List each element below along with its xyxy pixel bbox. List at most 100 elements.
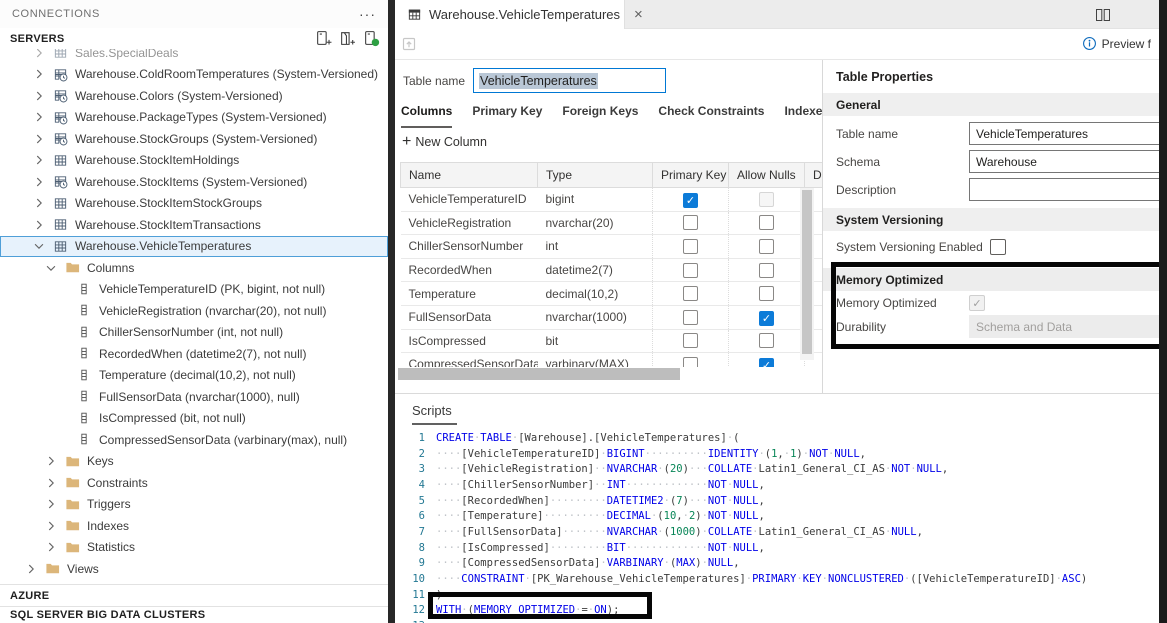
publish-changes-icon[interactable] <box>401 36 417 52</box>
allow-nulls-checkbox[interactable] <box>759 192 774 207</box>
description-input[interactable] <box>969 178 1167 201</box>
primary-key-checkbox[interactable] <box>683 333 698 348</box>
chevron-down-icon[interactable] <box>44 261 58 275</box>
tree-item-warehouse-colors-system-versioned[interactable]: Warehouse.Colors (System-Versioned) <box>0 85 388 107</box>
chevron-right-icon[interactable] <box>32 175 46 189</box>
tree-item-warehouse-vehicletemperatures[interactable]: Warehouse.VehicleTemperatures <box>0 236 388 258</box>
tree-item-warehouse-packagetypes-system-versioned[interactable]: Warehouse.PackageTypes (System-Versioned… <box>0 107 388 129</box>
allow-nulls-checkbox[interactable] <box>759 311 774 326</box>
chevron-right-icon[interactable] <box>44 540 58 554</box>
designer-tab-check-constraints[interactable]: Check Constraints <box>658 104 764 128</box>
chevron-right-icon[interactable] <box>32 196 46 210</box>
big-data-clusters-section-header[interactable]: SQL SERVER BIG DATA CLUSTERS <box>0 606 388 623</box>
column-name-cell[interactable]: CompressedSensorData <box>401 353 538 367</box>
designer-tab-columns[interactable]: Columns <box>401 104 452 128</box>
more-actions-icon[interactable]: ··· <box>359 6 376 22</box>
chevron-right-icon[interactable] <box>44 497 58 511</box>
tree-item-iscompressed-bit-not-null[interactable]: IsCompressed (bit, not null) <box>0 408 388 430</box>
sidebar-editor-divider[interactable] <box>388 0 395 623</box>
primary-key-checkbox[interactable] <box>683 215 698 230</box>
tab-warehouse-vehicletemperatures[interactable]: Warehouse.VehicleTemperatures × <box>395 0 625 29</box>
tree-item-recordedwhen-datetime2-7-not-null[interactable]: RecordedWhen (datetime2(7), not null) <box>0 343 388 365</box>
allow-nulls-checkbox[interactable] <box>759 286 774 301</box>
azure-section-header[interactable]: AZURE <box>0 584 388 606</box>
designer-tab-primary-key[interactable]: Primary Key <box>472 104 542 128</box>
tree-item-columns[interactable]: Columns <box>0 257 388 279</box>
scripts-tab[interactable]: Scripts <box>412 403 452 418</box>
column-name-cell[interactable]: VehicleTemperatureID <box>401 188 538 212</box>
column-name-cell[interactable]: Temperature <box>401 282 538 306</box>
chevron-right-icon[interactable] <box>32 89 46 103</box>
new-server-group-icon[interactable] <box>339 30 356 47</box>
column-type-cell[interactable]: nvarchar(20) <box>538 211 653 235</box>
tree-item-warehouse-coldroomtemperatures-system-versioned[interactable]: Warehouse.ColdRoomTemperatures (System-V… <box>0 64 388 86</box>
primary-key-checkbox[interactable] <box>683 357 698 367</box>
primary-key-checkbox[interactable] <box>683 193 698 208</box>
column-name-cell[interactable]: RecordedWhen <box>401 258 538 282</box>
tree-item-warehouse-stockitemholdings[interactable]: Warehouse.StockItemHoldings <box>0 150 388 172</box>
column-type-cell[interactable]: bigint <box>538 188 653 212</box>
primary-key-checkbox[interactable] <box>683 310 698 325</box>
system-versioning-enabled-checkbox[interactable] <box>990 239 1006 255</box>
preview-feature-link[interactable]: Preview f <box>1082 36 1151 51</box>
active-connections-icon[interactable] <box>363 30 380 47</box>
tree-item-triggers[interactable]: Triggers <box>0 494 388 516</box>
durability-select[interactable]: Schema and Data <box>969 315 1167 338</box>
allow-nulls-checkbox[interactable] <box>759 239 774 254</box>
tree-item-constraints[interactable]: Constraints <box>0 472 388 494</box>
chevron-right-icon[interactable] <box>44 519 58 533</box>
new-connection-icon[interactable] <box>315 30 332 47</box>
tree-item-compressedsensordata-varbinary-max-null[interactable]: CompressedSensorData (varbinary(max), nu… <box>0 429 388 451</box>
chevron-right-icon[interactable] <box>44 476 58 490</box>
tree-item-indexes[interactable]: Indexes <box>0 515 388 537</box>
allow-nulls-checkbox[interactable] <box>759 358 774 367</box>
chevron-right-icon[interactable] <box>32 110 46 124</box>
primary-key-checkbox[interactable] <box>683 286 698 301</box>
sql-code-editor[interactable]: 1CREATE·TABLE·[Warehouse].[VehicleTemper… <box>395 430 1159 623</box>
tree-item-keys[interactable]: Keys <box>0 451 388 473</box>
primary-key-checkbox[interactable] <box>683 263 698 278</box>
chevron-right-icon[interactable] <box>32 132 46 146</box>
column-type-cell[interactable]: varbinary(MAX) <box>538 353 653 367</box>
chevron-right-icon[interactable] <box>32 153 46 167</box>
allow-nulls-checkbox[interactable] <box>759 263 774 278</box>
tree-item-warehouse-stockgroups-system-versioned[interactable]: Warehouse.StockGroups (System-Versioned) <box>0 128 388 150</box>
column-name-cell[interactable]: VehicleRegistration <box>401 211 538 235</box>
tree-item-temperature-decimal-10-2-not-null[interactable]: Temperature (decimal(10,2), not null) <box>0 365 388 387</box>
split-editor-icon[interactable] <box>1095 7 1111 23</box>
allow-nulls-checkbox[interactable] <box>759 215 774 230</box>
column-type-cell[interactable]: datetime2(7) <box>538 258 653 282</box>
column-name-cell[interactable]: IsCompressed <box>401 329 538 353</box>
tree-item-warehouse-stockitemtransactions[interactable]: Warehouse.StockItemTransactions <box>0 214 388 236</box>
tree-item-warehouse-stockitems-system-versioned[interactable]: Warehouse.StockItems (System-Versioned) <box>0 171 388 193</box>
tree-item-vehicletemperatureid-pk-bigint-not-null[interactable]: VehicleTemperatureID (PK, bigint, not nu… <box>0 279 388 301</box>
tree-item-chillersensornumber-int-not-null[interactable]: ChillerSensorNumber (int, not null) <box>0 322 388 344</box>
chevron-right-icon[interactable] <box>32 218 46 232</box>
chevron-right-icon[interactable] <box>24 562 38 576</box>
chevron-down-icon[interactable] <box>32 239 46 253</box>
designer-tab-foreign-keys[interactable]: Foreign Keys <box>562 104 638 128</box>
column-name-cell[interactable]: ChillerSensorNumber <box>401 235 538 259</box>
column-type-cell[interactable]: bit <box>538 329 653 353</box>
close-icon[interactable]: × <box>634 7 643 22</box>
servers-section-header[interactable]: SERVERS <box>0 28 388 49</box>
tree-item-views[interactable]: Views <box>0 558 388 580</box>
allow-nulls-checkbox[interactable] <box>759 333 774 348</box>
grid-horizontal-scrollbar-thumb[interactable] <box>398 368 680 380</box>
chevron-right-icon[interactable] <box>44 454 58 468</box>
column-type-cell[interactable]: decimal(10,2) <box>538 282 653 306</box>
column-type-cell[interactable]: nvarchar(1000) <box>538 305 653 329</box>
schema-input[interactable]: Warehouse <box>969 150 1167 173</box>
table-name-input[interactable]: VehicleTemperatures <box>473 68 666 93</box>
tree-item-statistics[interactable]: Statistics <box>0 537 388 559</box>
column-name-cell[interactable]: FullSensorData <box>401 305 538 329</box>
prop-table-name-input[interactable]: VehicleTemperatures <box>969 122 1167 145</box>
grid-vertical-scrollbar[interactable] <box>800 188 814 360</box>
grid-vertical-scrollbar-thumb[interactable] <box>802 190 812 354</box>
tree-item-warehouse-stockitemstockgroups[interactable]: Warehouse.StockItemStockGroups <box>0 193 388 215</box>
chevron-right-icon[interactable] <box>32 67 46 81</box>
new-column-button[interactable]: + New Column <box>402 134 487 150</box>
memory-optimized-checkbox[interactable] <box>969 295 985 311</box>
tree-item-fullsensordata-nvarchar-1000-null[interactable]: FullSensorData (nvarchar(1000), null) <box>0 386 388 408</box>
tree-item-vehicleregistration-nvarchar-20-not-null[interactable]: VehicleRegistration (nvarchar(20), not n… <box>0 300 388 322</box>
